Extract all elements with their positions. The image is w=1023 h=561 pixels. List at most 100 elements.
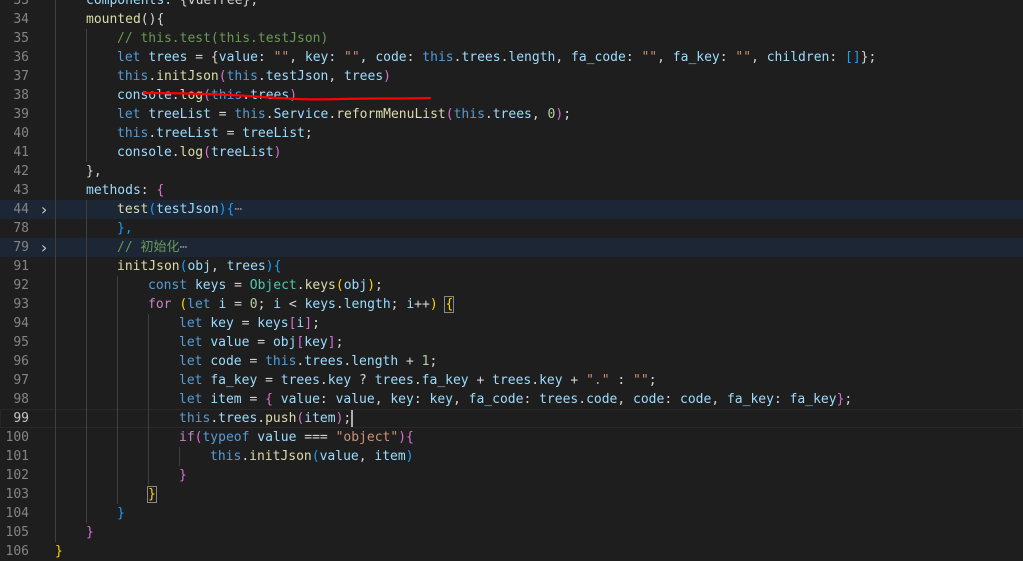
code-token: console (117, 145, 172, 160)
code-line[interactable]: 99 this.trees.push(item); (0, 409, 1023, 428)
code-text: methods: { (86, 181, 164, 200)
code-token: trees (492, 373, 532, 388)
indent-guide (117, 409, 118, 428)
code-line[interactable]: 106} (0, 542, 1023, 561)
indent-guide (86, 409, 87, 428)
code-token: initJson (117, 259, 180, 274)
code-token: test (117, 202, 149, 217)
code-text: let item = { value: value, key: key, fa_… (179, 390, 852, 409)
code-line[interactable]: 39 let treeList = this.Service.reformMenu… (0, 105, 1023, 124)
code-token: , (359, 50, 376, 65)
chevron-right-icon[interactable]: › (38, 238, 50, 257)
code-token: : (609, 373, 634, 388)
code-token: // this.test(this.testJson) (117, 31, 329, 46)
code-text: } (179, 466, 187, 485)
indent-guide (117, 352, 118, 371)
code-line[interactable]: 38 console.log(this.trees) (0, 86, 1023, 105)
code-text: components: {vueTree}, (86, 0, 258, 10)
code-token: , (289, 50, 305, 65)
line-number: 96 (13, 354, 29, 369)
indent-guide (86, 86, 87, 105)
code-line[interactable]: 78}, (0, 219, 1023, 238)
chevron-right-icon[interactable]: › (38, 200, 50, 219)
code-token: ( (335, 278, 344, 293)
code-token: trees (250, 88, 290, 103)
indent-guide (148, 371, 149, 390)
code-line[interactable]: 91 initJson(obj, trees){ (0, 257, 1023, 276)
code-line[interactable]: 92 const keys = Object.keys(obj); (0, 276, 1023, 295)
code-line[interactable]: 103} (0, 485, 1023, 504)
code-line[interactable]: 33 components: {vueTree}, (0, 0, 1023, 10)
line-number: 92 (13, 278, 29, 293)
code-line[interactable]: 37 this.initJson(this.testJson, trees) (0, 67, 1023, 86)
code-line[interactable]: 42}, (0, 162, 1023, 181)
code-token: console (117, 88, 172, 103)
code-token: fa_code (571, 50, 626, 65)
code-line[interactable]: 44 › test(testJson){⋯ (0, 200, 1023, 219)
indent-guide (148, 447, 149, 466)
code-line[interactable]: 43 methods: { (0, 181, 1023, 200)
indent-guide (55, 10, 56, 29)
code-token: this (179, 411, 211, 426)
code-line[interactable]: 36 let trees = {value: "", key: "", code:… (0, 48, 1023, 67)
code-token: i (406, 297, 415, 312)
code-token: code (210, 354, 242, 369)
code-line[interactable]: 79 › // 初始化⋯ (0, 238, 1023, 257)
code-token: = (241, 392, 266, 407)
code-token: ( (445, 107, 454, 122)
indent-guide (55, 162, 56, 181)
indent-guide (55, 48, 56, 67)
code-line[interactable]: 93 for (let i = 0; i < keys.length; i++) … (0, 295, 1023, 314)
code-token: = (226, 278, 250, 293)
code-line[interactable]: 100 if(typeof value === "object"){ (0, 428, 1023, 447)
code-token: = (233, 316, 258, 331)
code-token: trees (461, 50, 501, 65)
code-line[interactable]: 34 mounted(){ (0, 10, 1023, 29)
code-token: ) (265, 259, 274, 274)
code-token: } (86, 525, 94, 540)
code-token: , (657, 50, 673, 65)
code-text: } (86, 523, 94, 542)
indent-guide (86, 276, 87, 295)
code-line[interactable]: 41 console.log(treeList) (0, 143, 1023, 162)
code-token: treeList (148, 107, 211, 122)
code-line[interactable]: 104} (0, 504, 1023, 523)
code-token: ( (148, 202, 157, 217)
code-token: length (508, 50, 556, 65)
code-token: keys (194, 278, 227, 293)
code-token: "" (273, 50, 290, 65)
code-line[interactable]: 40 this.treeList = treeList; (0, 124, 1023, 143)
indent-guide (86, 295, 87, 314)
code-token: 0 (249, 297, 258, 312)
code-token: , (711, 392, 727, 407)
code-token: ] (304, 316, 313, 331)
code-token: children (766, 50, 830, 65)
code-line[interactable]: 101 this.initJson(value, item) (0, 447, 1023, 466)
code-line[interactable]: 96 let code = this.trees.length + 1; (0, 352, 1023, 371)
code-line[interactable]: 102} (0, 466, 1023, 485)
code-token: "." (586, 373, 610, 388)
code-line[interactable]: 97 let fa_key = trees.key ? trees.fa_key … (0, 371, 1023, 390)
code-line[interactable]: 95 let value = obj[key]; (0, 333, 1023, 352)
indent-guide (86, 333, 87, 352)
indent-guide (55, 257, 56, 276)
code-token: let (117, 107, 149, 122)
code-token: . (148, 69, 157, 84)
code-token: if (179, 430, 195, 445)
indent-guide (86, 67, 87, 86)
code-line[interactable]: 94 let key = keys[i]; (0, 314, 1023, 333)
code-token: trees (374, 373, 414, 388)
indent-guide (86, 48, 87, 67)
code-token: log (179, 88, 204, 103)
code-line[interactable]: 105} (0, 523, 1023, 542)
line-number: 44 (13, 202, 29, 217)
code-text: // 初始化⋯ (117, 238, 187, 257)
code-text: let fa_key = trees.key ? trees.fa_key + … (179, 371, 657, 390)
code-token: obj (272, 335, 297, 350)
code-token: . (328, 107, 337, 122)
code-text: test(testJson){⋯ (117, 200, 242, 219)
code-token: fa_code (468, 392, 524, 407)
indent-guide (86, 200, 87, 219)
code-line[interactable]: 98 let item = { value: value, key: key, f… (0, 390, 1023, 409)
code-line[interactable]: 35 // this.test(this.testJson) (0, 29, 1023, 48)
